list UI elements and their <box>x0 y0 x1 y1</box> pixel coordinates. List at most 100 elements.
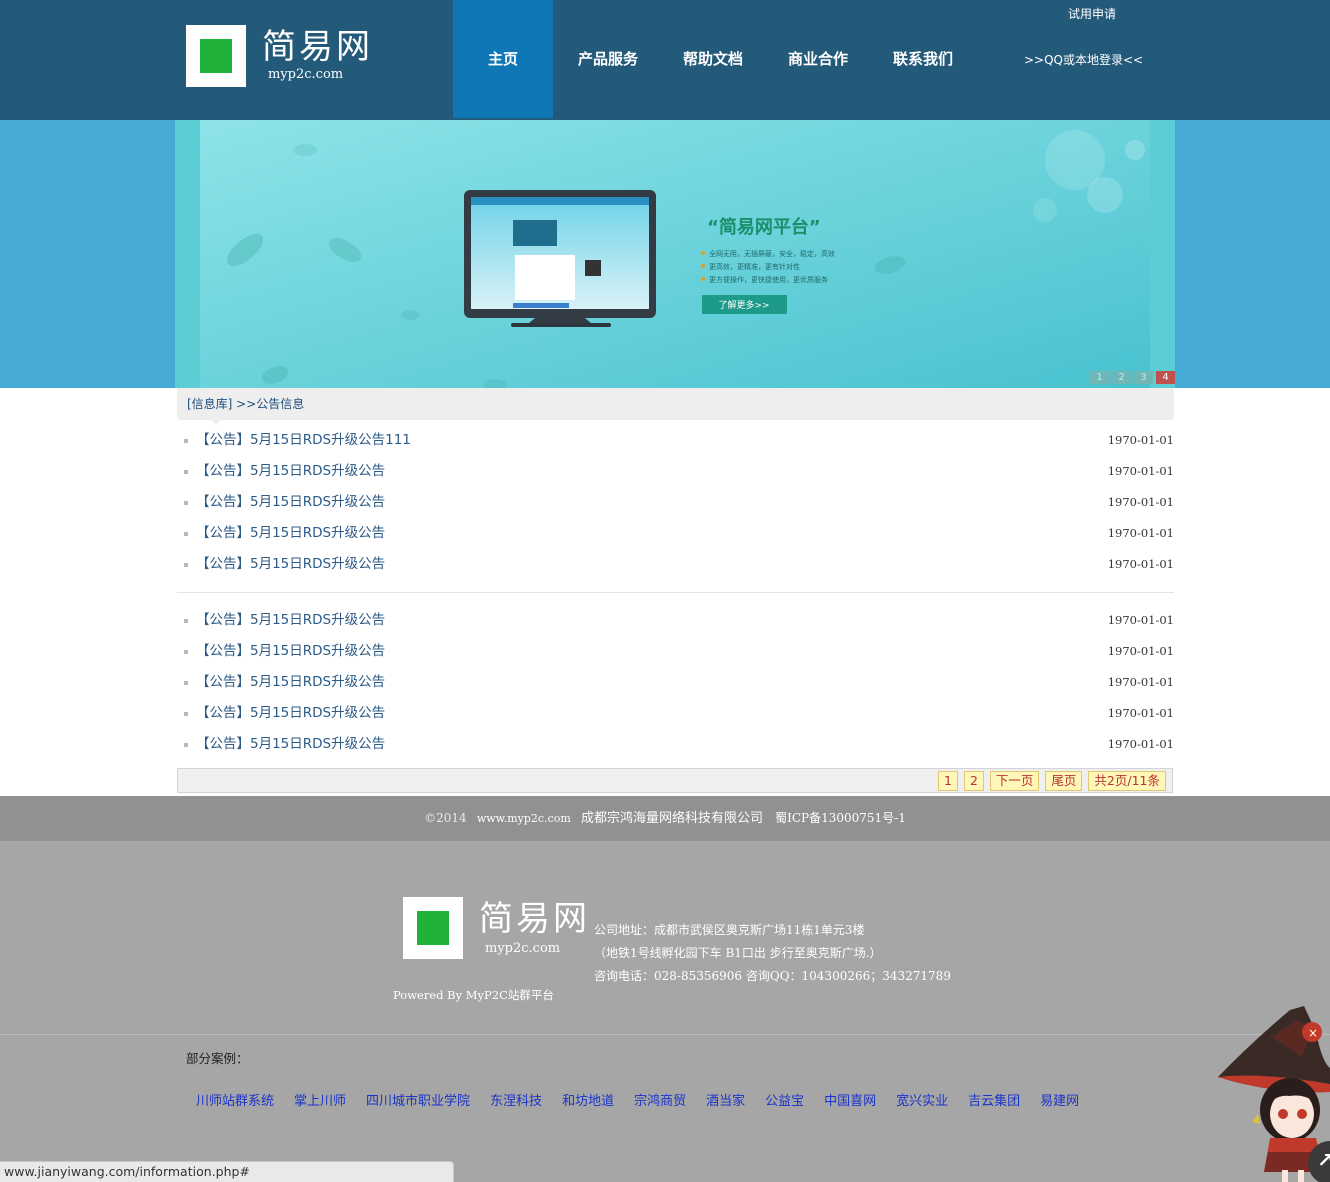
list-item[interactable]: 【公告】5月15日RDS升级公告 1970-01-01 <box>177 518 1174 549</box>
svg-text:×: × <box>1308 1026 1318 1040</box>
notice-title[interactable]: 【公告】5月15日RDS升级公告 <box>196 461 385 481</box>
notice-title[interactable]: 【公告】5月15日RDS升级公告 <box>196 554 385 574</box>
page-total: 共2页/11条 <box>1088 771 1166 791</box>
page-1-button[interactable]: 1 <box>937 771 958 791</box>
footer-logo: 简易网 myp2c.com <box>403 897 593 961</box>
banner-pager: 1 2 3 4 <box>1087 371 1175 384</box>
case-link[interactable]: 四川城市职业学院 <box>366 1093 470 1111</box>
notice-date: 1970-01-01 <box>1107 613 1174 627</box>
notice-title[interactable]: 【公告】5月15日RDS升级公告 <box>196 641 385 661</box>
case-link[interactable]: 公益宝 <box>765 1093 804 1111</box>
breadcrumb-text[interactable]: [信息库] >>公告信息 <box>187 396 304 412</box>
notice-title[interactable]: 【公告】5月15日RDS升级公告 <box>196 703 385 723</box>
banner-slide[interactable]: “简易网平台” 全网无阻，无插屏蔽，安全，稳定，高效 更高效，更精准，更有针对性… <box>175 120 1175 388</box>
case-link[interactable]: 酒当家 <box>706 1093 745 1111</box>
icp-number[interactable]: 蜀ICP备13000751号-1 <box>775 811 906 825</box>
copyright-site[interactable]: www.myp2c.com <box>477 812 571 825</box>
notice-date: 1970-01-01 <box>1107 557 1174 571</box>
case-link[interactable]: 宗鸿商贸 <box>634 1093 686 1111</box>
trial-link[interactable]: 试用申请 <box>1068 4 1116 24</box>
pagination: 1 2 下一页 尾页 共2页/11条 <box>177 768 1173 793</box>
banner-more-button[interactable]: 了解更多>> <box>718 299 769 311</box>
case-link[interactable]: 掌上川师 <box>294 1093 346 1111</box>
case-link[interactable]: 川师站群系统 <box>196 1093 274 1111</box>
company-address: 公司地址：成都市武侯区奥克斯广场11栋1单元3楼 <box>594 923 865 937</box>
banner-bullet-2: 更高效，更精准，更有针对性 <box>709 262 800 271</box>
nav-home[interactable]: 主页 <box>453 0 553 118</box>
case-link[interactable]: 宽兴实业 <box>896 1093 948 1111</box>
banner-illustration: “简易网平台” 全网无阻，无插屏蔽，安全，稳定，高效 更高效，更精准，更有针对性… <box>175 120 1175 388</box>
powered-by: Powered By MyP2C站群平台 <box>393 988 554 1002</box>
breadcrumb: [信息库] >>公告信息 <box>177 388 1174 425</box>
banner-dot-1[interactable]: 1 <box>1090 371 1109 384</box>
last-page-button[interactable]: 尾页 <box>1045 771 1083 791</box>
list-item[interactable]: 【公告】5月15日RDS升级公告 1970-01-01 <box>177 667 1174 698</box>
list-item[interactable]: 【公告】5月15日RDS升级公告 1970-01-01 <box>177 549 1174 580</box>
list-item[interactable]: 【公告】5月15日RDS升级公告 1970-01-01 <box>177 729 1174 760</box>
cases-title: 部分案例： <box>186 1051 249 1066</box>
nav-docs[interactable]: 帮助文档 <box>663 0 763 118</box>
notice-title[interactable]: 【公告】5月15日RDS升级公告 <box>196 734 385 754</box>
notice-date: 1970-01-01 <box>1107 464 1174 478</box>
banner-dot-4[interactable]: 4 <box>1156 371 1175 384</box>
case-link[interactable]: 中国喜网 <box>824 1093 876 1111</box>
company-route: （地铁1号线孵化园下车 B1口出 步行至奥克斯广场.） <box>594 946 882 960</box>
main-nav: 主页 产品服务 帮助文档 商业合作 联系我们 <box>453 0 978 118</box>
notice-date: 1970-01-01 <box>1107 433 1174 447</box>
nav-business[interactable]: 商业合作 <box>768 0 868 118</box>
nav-contact[interactable]: 联系我们 <box>873 0 973 118</box>
notice-title[interactable]: 【公告】5月15日RDS升级公告 <box>196 492 385 512</box>
notice-title[interactable]: 【公告】5月15日RDS升级公告 <box>196 672 385 692</box>
copyright-bar: ©2014 www.myp2c.com 成都宗鸿海量网络科技有限公司 蜀ICP备… <box>0 796 1330 841</box>
banner-heading: “简易网平台” <box>707 216 821 238</box>
list-divider <box>177 592 1174 593</box>
status-url: www.jianyiwang.com/information.php# <box>4 1164 250 1179</box>
logo-name: 简易网 <box>262 27 373 67</box>
list-item[interactable]: 【公告】5月15日RDS升级公告 1970-01-01 <box>177 636 1174 667</box>
site-logo[interactable]: 简易网 myp2c.com <box>186 25 386 89</box>
notice-title[interactable]: 【公告】5月15日RDS升级公告 <box>196 610 385 630</box>
list-item[interactable]: 【公告】5月15日RDS升级公告111 1970-01-01 <box>177 425 1174 456</box>
notice-title[interactable]: 【公告】5月15日RDS升级公告 <box>196 523 385 543</box>
arrow-up-icon: ↗ <box>1317 1148 1330 1172</box>
logo-icon <box>186 25 246 87</box>
banner-bullet-1: 全网无阻，无插屏蔽，安全，稳定，高效 <box>709 249 835 258</box>
page-2-button[interactable]: 2 <box>963 771 984 791</box>
notice-date: 1970-01-01 <box>1107 526 1174 540</box>
footer-logo-name: 简易网 <box>479 899 590 939</box>
banner-bullet-3: 更方便操作，更快捷使用，更优质服务 <box>709 275 828 284</box>
case-link[interactable]: 东涅科技 <box>490 1093 542 1111</box>
login-link[interactable]: >>QQ或本地登录<< <box>1024 50 1143 70</box>
notice-date: 1970-01-01 <box>1107 644 1174 658</box>
case-link[interactable]: 吉云集团 <box>968 1093 1020 1111</box>
banner-section: “简易网平台” 全网无阻，无插屏蔽，安全，稳定，高效 更高效，更精准，更有针对性… <box>0 120 1330 388</box>
copyright-year: ©2014 <box>424 811 467 825</box>
notice-list-b: 【公告】5月15日RDS升级公告 1970-01-01 【公告】5月15日RDS升… <box>177 605 1174 760</box>
site-header: 简易网 myp2c.com 主页 产品服务 帮助文档 商业合作 联系我们 试用申… <box>0 0 1330 120</box>
footer-logo-url: myp2c.com <box>485 941 561 956</box>
footer-info: 简易网 myp2c.com 公司地址：成都市武侯区奥克斯广场11栋1单元3楼 （… <box>0 841 1330 1034</box>
notice-title[interactable]: 【公告】5月15日RDS升级公告111 <box>196 430 411 450</box>
next-page-button[interactable]: 下一页 <box>989 771 1040 791</box>
case-link[interactable]: 和坊地道 <box>562 1093 614 1111</box>
notice-list-a: 【公告】5月15日RDS升级公告111 1970-01-01 【公告】5月15日R… <box>177 425 1174 580</box>
list-item[interactable]: 【公告】5月15日RDS升级公告 1970-01-01 <box>177 456 1174 487</box>
case-link[interactable]: 易建网 <box>1040 1093 1079 1111</box>
notice-date: 1970-01-01 <box>1107 495 1174 509</box>
list-item[interactable]: 【公告】5月15日RDS升级公告 1970-01-01 <box>177 605 1174 636</box>
banner-dot-3[interactable]: 3 <box>1134 371 1153 384</box>
nav-products[interactable]: 产品服务 <box>558 0 658 118</box>
copyright-company: 成都宗鸿海量网络科技有限公司 <box>580 811 763 826</box>
cases-section: 部分案例： 川师站群系统 掌上川师 四川城市职业学院 东涅科技 和坊地道 宗鸿商… <box>0 1034 1330 1182</box>
logo-icon <box>403 897 463 959</box>
banner-dot-2[interactable]: 2 <box>1112 371 1131 384</box>
company-contact: 公司地址：成都市武侯区奥克斯广场11栋1单元3楼 （地铁1号线孵化园下车 B1口… <box>594 919 951 988</box>
cases-list: 川师站群系统 掌上川师 四川城市职业学院 东涅科技 和坊地道 宗鸿商贸 酒当家 … <box>196 1093 1099 1111</box>
browser-status-bar: www.jianyiwang.com/information.php# <box>0 1161 454 1182</box>
list-item[interactable]: 【公告】5月15日RDS升级公告 1970-01-01 <box>177 698 1174 729</box>
notice-date: 1970-01-01 <box>1107 737 1174 751</box>
logo-url: myp2c.com <box>268 67 344 82</box>
notice-date: 1970-01-01 <box>1107 706 1174 720</box>
list-item[interactable]: 【公告】5月15日RDS升级公告 1970-01-01 <box>177 487 1174 518</box>
notice-date: 1970-01-01 <box>1107 675 1174 689</box>
